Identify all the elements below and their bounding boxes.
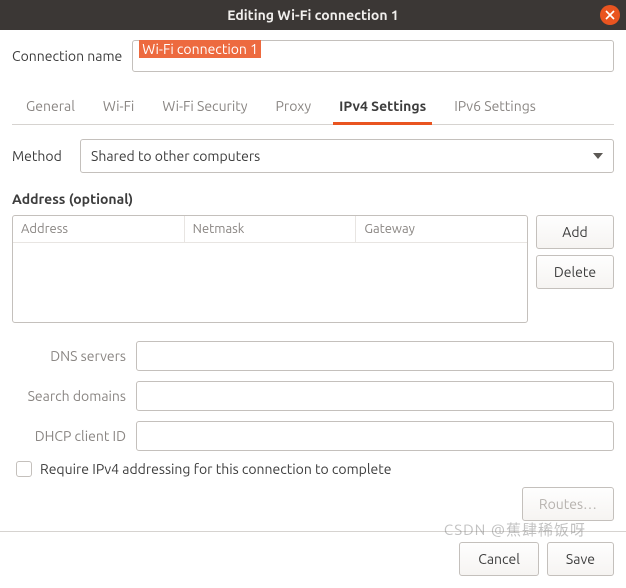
method-selected-value: Shared to other computers (91, 148, 260, 164)
dialog-content: Connection name Wi-Fi connection 1 Gener… (0, 30, 626, 532)
dns-servers-input[interactable] (136, 341, 614, 371)
column-netmask[interactable]: Netmask (185, 216, 357, 242)
address-buttons: Add Delete (536, 215, 614, 323)
method-label: Method (12, 148, 70, 164)
ipv4-settings-pane: Method Shared to other computers Address… (12, 125, 614, 521)
require-ipv4-label: Require IPv4 addressing for this connect… (40, 461, 391, 477)
routes-row: Routes… (12, 487, 614, 521)
tab-proxy[interactable]: Proxy (262, 88, 326, 124)
connection-name-input[interactable]: Wi-Fi connection 1 (132, 40, 614, 72)
routes-button[interactable]: Routes… (522, 487, 614, 521)
tab-general[interactable]: General (12, 88, 89, 124)
require-ipv4-row: Require IPv4 addressing for this connect… (16, 461, 614, 477)
connection-name-value: Wi-Fi connection 1 (139, 40, 261, 58)
address-table[interactable]: Address Netmask Gateway (12, 215, 528, 323)
delete-button[interactable]: Delete (536, 255, 614, 289)
save-button[interactable]: Save (547, 542, 614, 576)
tab-wifi-security[interactable]: Wi-Fi Security (148, 88, 261, 124)
close-icon (605, 10, 615, 20)
chevron-down-icon (593, 153, 603, 159)
add-button[interactable]: Add (536, 215, 614, 249)
dns-servers-row: DNS servers (12, 341, 614, 371)
address-heading: Address (optional) (12, 191, 614, 207)
address-table-header: Address Netmask Gateway (13, 216, 527, 243)
cancel-button[interactable]: Cancel (459, 542, 539, 576)
method-select[interactable]: Shared to other computers (80, 139, 614, 173)
titlebar: Editing Wi-Fi connection 1 (0, 0, 626, 30)
search-domains-label: Search domains (12, 388, 136, 404)
tabs: General Wi-Fi Wi-Fi Security Proxy IPv4 … (12, 88, 614, 125)
dhcp-client-id-label: DHCP client ID (12, 428, 136, 444)
dialog-footer: Cancel Save (0, 532, 626, 588)
dns-servers-label: DNS servers (12, 348, 136, 364)
dhcp-client-id-row: DHCP client ID (12, 421, 614, 451)
address-area: Address Netmask Gateway Add Delete (12, 215, 614, 323)
text-fields: DNS servers Search domains DHCP client I… (12, 341, 614, 451)
column-address[interactable]: Address (13, 216, 185, 242)
close-button[interactable] (600, 5, 620, 25)
method-row: Method Shared to other computers (12, 139, 614, 173)
search-domains-input[interactable] (136, 381, 614, 411)
connection-name-row: Connection name Wi-Fi connection 1 (12, 40, 614, 72)
tab-ipv6-settings[interactable]: IPv6 Settings (440, 88, 550, 124)
window-title: Editing Wi-Fi connection 1 (227, 7, 399, 23)
require-ipv4-checkbox[interactable] (16, 461, 32, 477)
dhcp-client-id-input[interactable] (136, 421, 614, 451)
column-gateway[interactable]: Gateway (356, 216, 527, 242)
search-domains-row: Search domains (12, 381, 614, 411)
tab-wifi[interactable]: Wi-Fi (89, 88, 148, 124)
tab-ipv4-settings[interactable]: IPv4 Settings (325, 88, 440, 124)
connection-name-label: Connection name (12, 48, 122, 64)
